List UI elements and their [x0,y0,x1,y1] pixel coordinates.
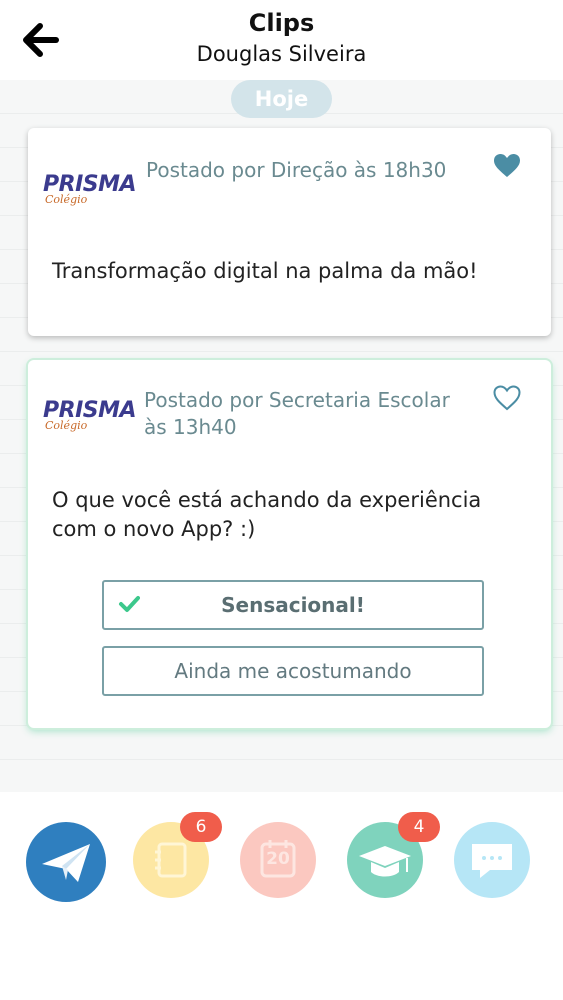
school-logo: PRISMA Colégio [43,398,137,432]
calendar-day-label: 20 [266,849,290,869]
page-title: Clips [248,9,315,37]
courses-badge: 4 [398,812,440,842]
header: Clips Douglas Silveira [0,0,563,80]
poll-option-ainda-me-acostumando[interactable]: Ainda me acostumando [102,646,484,696]
post-meta: Postado por Direção às 18h30 [146,158,447,182]
nav-calendar[interactable]: 20 [240,822,316,898]
heart-filled-icon[interactable] [493,153,521,179]
post-meta: Postado por Secretaria Escolar às 13h40 [144,388,450,439]
bottom-nav: 6 20 4 [0,792,563,1000]
checkmark-icon [119,596,140,612]
nav-send[interactable] [26,822,106,902]
nav-chat[interactable] [454,822,530,898]
send-icon [42,844,90,882]
post-text: O que você está achando da experiência c… [52,488,482,541]
post-card: PRISMA Colégio Postado por Direção às 18… [28,128,551,336]
poll-option-sensacional[interactable]: Sensacional! [102,580,484,630]
nav-notebook[interactable]: 6 [133,812,222,898]
page-subtitle: Douglas Silveira [196,42,367,66]
school-logo: PRISMA Colégio [43,172,137,206]
notebook-badge: 6 [180,812,222,842]
date-separator: Hoje [231,80,332,118]
heart-outline-icon[interactable] [493,385,521,411]
post-text: Transformação digital na palma da mão! [52,259,478,283]
nav-courses[interactable]: 4 [347,812,440,898]
poll-card: PRISMA Colégio Postado por Secretaria Es… [28,360,551,728]
chat-icon [472,844,512,878]
feed[interactable]: Hoje PRISMA Colégio Postado por Direção … [0,80,563,792]
